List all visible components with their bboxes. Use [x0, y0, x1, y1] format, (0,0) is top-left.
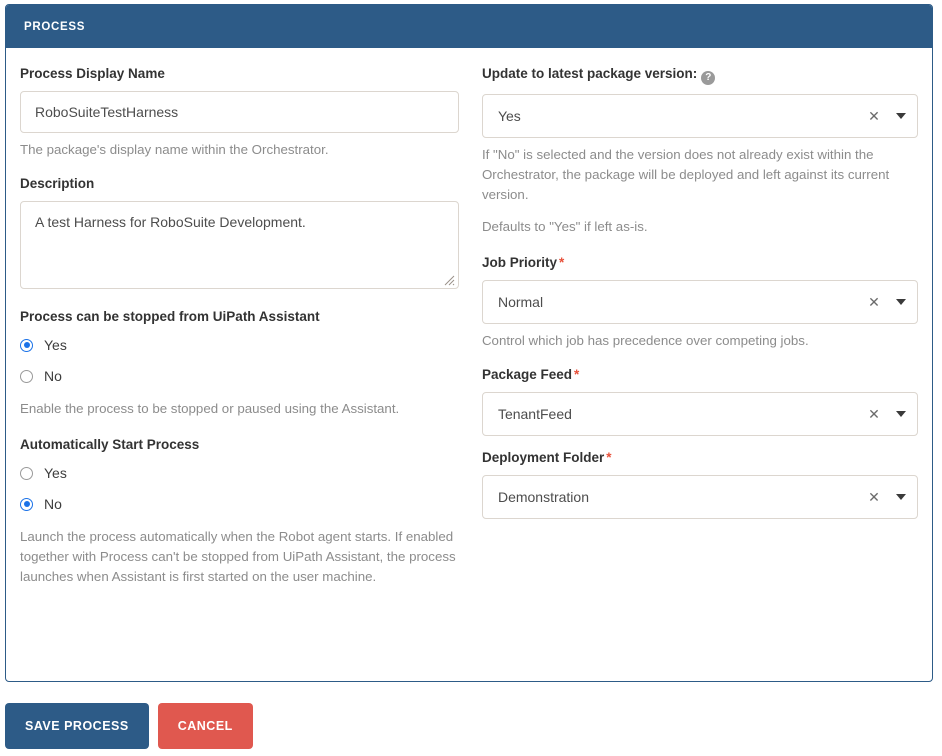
question-mark-circle-icon[interactable]: ? [701, 71, 716, 85]
update-version-help-2: Defaults to "Yes" if left as-is. [481, 219, 648, 234]
job-priority-label-text: Job Priority [481, 255, 557, 270]
radio-icon-unchecked[interactable] [20, 466, 33, 480]
package-feed-label: Package Feed * [482, 367, 918, 383]
close-icon[interactable]: ✕ [863, 109, 885, 123]
can-be-stopped-option-yes[interactable]: Yes [20, 334, 459, 356]
cancel-button[interactable]: CANCEL [157, 703, 253, 749]
deployment-folder-label: Deployment Folder * [482, 450, 918, 466]
page-title: PROCESS [24, 20, 86, 33]
required-asterisk: * [606, 450, 612, 465]
update-version-value: Yes [497, 108, 521, 124]
package-feed-value: TenantFeed [497, 406, 572, 422]
update-version-label-text: Update to latest package version: [481, 66, 698, 81]
right-column: Update to latest package version:? Yes ✕… [477, 66, 918, 587]
description-label: Description [20, 176, 95, 191]
close-icon[interactable]: ✕ [863, 407, 885, 421]
close-icon[interactable]: ✕ [863, 490, 885, 504]
can-be-stopped-label: Process can be stopped from UiPath Assis… [20, 309, 320, 324]
chevron-down-icon[interactable] [885, 113, 917, 119]
deployment-folder-value: Demonstration [497, 489, 589, 505]
left-column: Process Display Name The package's displ… [20, 66, 477, 587]
can-be-stopped-option-no[interactable]: No [20, 365, 459, 387]
auto-start-option-no[interactable]: No [20, 493, 459, 515]
chevron-down-icon[interactable] [885, 299, 917, 305]
chevron-down-icon[interactable] [885, 411, 917, 417]
chevron-down-icon[interactable] [885, 494, 917, 500]
update-version-select[interactable]: Yes ✕ [481, 94, 918, 138]
deployment-folder-select[interactable]: Demonstration ✕ [481, 475, 918, 519]
update-version-label: Update to latest package version:? [482, 66, 918, 85]
auto-start-label: Automatically Start Process [20, 437, 200, 452]
process-card: PROCESS Process Display Name The package… [5, 4, 933, 682]
package-feed-label-text: Package Feed [481, 367, 573, 382]
form-actions: SAVE PROCESS CANCEL [5, 703, 253, 749]
process-display-name-input[interactable] [20, 91, 459, 133]
process-display-name-label: Process Display Name [20, 66, 165, 81]
description-field-wrap [20, 201, 459, 289]
can-be-stopped-option-no-label: No [44, 368, 62, 384]
deployment-folder-label-text: Deployment Folder [481, 450, 605, 465]
can-be-stopped-option-yes-label: Yes [44, 337, 67, 353]
close-icon[interactable]: ✕ [863, 295, 885, 309]
auto-start-help: Launch the process automatically when th… [20, 529, 456, 584]
required-asterisk: * [558, 255, 565, 270]
update-version-help-1: If "No" is selected and the version does… [481, 147, 890, 202]
radio-icon-checked[interactable] [20, 338, 33, 352]
auto-start-option-no-label: No [44, 496, 62, 512]
radio-icon-checked[interactable] [20, 497, 33, 511]
job-priority-label: Job Priority * [482, 255, 918, 271]
description-textarea[interactable] [20, 201, 459, 289]
can-be-stopped-help: Enable the process to be stopped or paus… [20, 401, 400, 416]
card-body: Process Display Name The package's displ… [6, 48, 932, 587]
job-priority-select[interactable]: Normal ✕ [481, 280, 918, 324]
job-priority-value: Normal [497, 294, 544, 310]
auto-start-option-yes[interactable]: Yes [20, 462, 459, 484]
required-asterisk: * [574, 367, 580, 382]
process-display-name-help: The package's display name within the Or… [20, 142, 329, 157]
package-feed-select[interactable]: TenantFeed ✕ [481, 392, 918, 436]
job-priority-help: Control which job has precedence over co… [481, 333, 809, 348]
card-header: PROCESS [6, 5, 932, 48]
save-process-button[interactable]: SAVE PROCESS [5, 703, 149, 749]
radio-icon-unchecked[interactable] [20, 369, 33, 383]
auto-start-option-yes-label: Yes [44, 465, 67, 481]
